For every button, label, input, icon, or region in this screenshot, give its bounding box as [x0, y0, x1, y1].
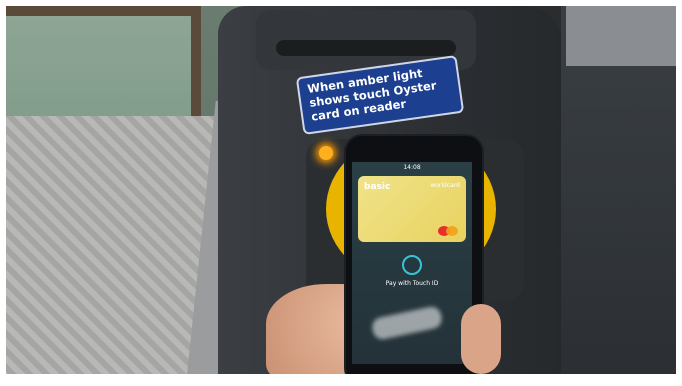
status-bar-time: 14:08 [403, 164, 421, 171]
screen-glare [370, 304, 444, 342]
phone-screen: 14:08 basic worldcard Pay with Touch ID [352, 162, 472, 364]
card-brand: basic [364, 182, 391, 192]
payment-card[interactable]: basic worldcard [358, 176, 466, 242]
photo-frame: When amber light shows touch Oyster card… [6, 6, 676, 380]
amber-light-icon [319, 146, 333, 160]
bottom-border [0, 374, 682, 386]
card-network: worldcard [430, 182, 460, 189]
thumb [461, 304, 501, 374]
ticket-slot [276, 40, 456, 56]
mastercard-logo-icon [438, 226, 460, 236]
fingerprint-icon [402, 255, 422, 275]
pay-prompt: Pay with Touch ID [385, 280, 439, 287]
rail [566, 6, 676, 66]
